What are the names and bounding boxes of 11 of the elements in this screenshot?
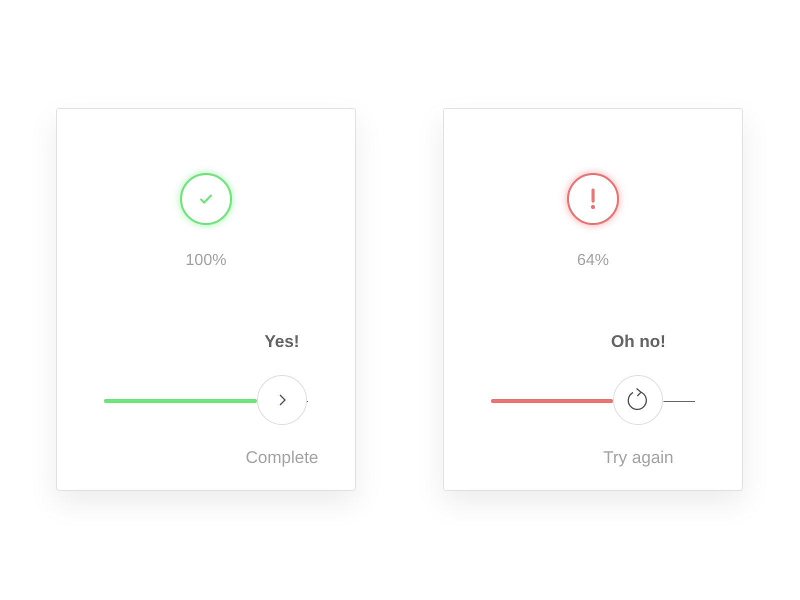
action-text: Try again [603, 446, 674, 468]
percent-text: 64% [576, 251, 610, 271]
message-text: Yes! [264, 331, 300, 353]
exclamation-icon [590, 188, 596, 210]
slider-thumb[interactable] [257, 374, 307, 424]
message-text: Oh no! [611, 331, 666, 353]
slider-fill[interactable] [104, 399, 257, 403]
chevron-right-icon [278, 394, 286, 406]
action-text: Complete [246, 446, 318, 468]
slider-fill[interactable] [491, 399, 614, 403]
percent-text: 100% [186, 251, 226, 271]
